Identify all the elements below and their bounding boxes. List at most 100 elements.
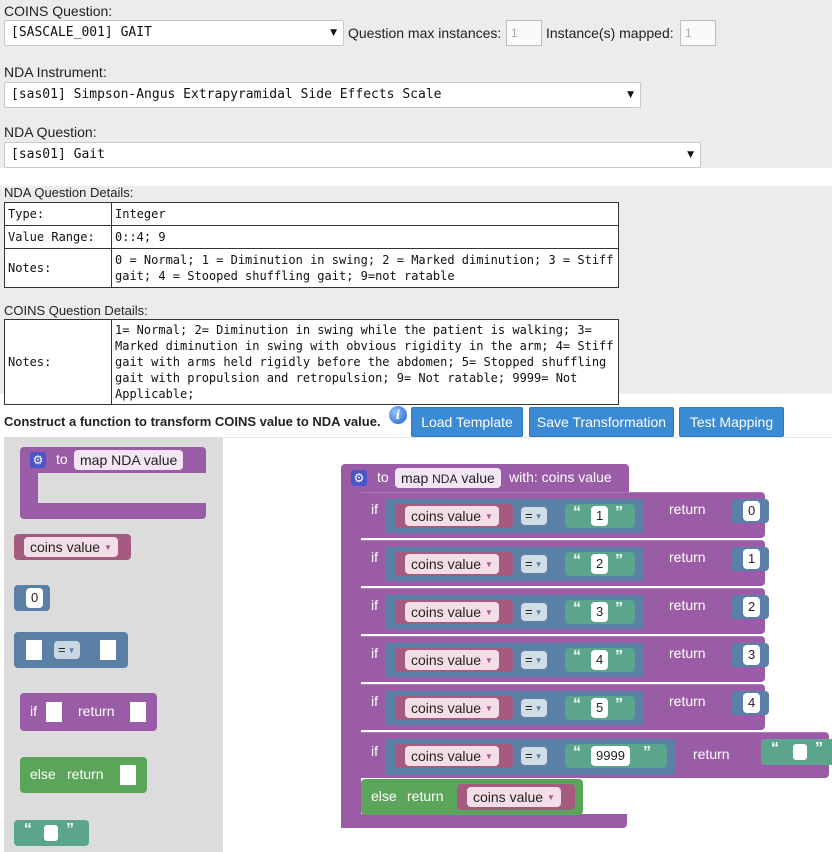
detail-key: Notes: [4, 248, 112, 288]
toolbox-compare-block[interactable]: = ▼ [14, 632, 128, 668]
close-quote-icon: ” [615, 552, 623, 569]
detail-key: Type: [4, 202, 112, 226]
number-field[interactable]: 4 [743, 693, 761, 713]
load-template-button[interactable]: Load Template [411, 407, 523, 437]
number-field[interactable]: 0 [26, 588, 44, 608]
variable-dropdown[interactable]: coins value ▼ [24, 537, 118, 557]
operator-dropdown[interactable]: = ▼ [521, 555, 547, 573]
if-keyword: if [371, 501, 378, 517]
variable-dropdown[interactable]: coins value ▼ [405, 746, 499, 766]
variable-name: coins value [30, 539, 101, 555]
operator-symbol: = [525, 700, 533, 715]
coins-details-table: Notes: 1= Normal; 2= Diminution in swing… [4, 319, 619, 405]
compare-block[interactable]: coins value ▼ = ▼ “ 1 ” [385, 499, 643, 533]
variable-dropdown[interactable]: coins value ▼ [405, 650, 499, 670]
number-field[interactable]: 1 [743, 549, 761, 569]
else-return-block[interactable]: else return coins value ▼ [361, 779, 583, 815]
variable-name: coins value [411, 556, 482, 572]
operator-dropdown[interactable]: = ▼ [521, 651, 547, 669]
chevron-down-icon: ▼ [330, 28, 337, 38]
toolbox-variable-block[interactable]: coins value ▼ [14, 534, 131, 560]
close-quote-icon: ” [615, 600, 623, 617]
text-value-field[interactable]: 4 [591, 650, 609, 670]
if-return-row[interactable]: if coins value ▼ = ▼ “ 1 ” return 0 [361, 492, 769, 538]
text-block[interactable]: “ 5 ” [565, 696, 635, 720]
chevron-down-icon: ▼ [485, 752, 493, 762]
text-value-field[interactable]: 2 [591, 554, 609, 574]
close-quote-icon: ” [615, 648, 623, 665]
toolbox-text-block[interactable]: “ ” [14, 820, 89, 846]
return-keyword: return [693, 746, 730, 762]
compare-block[interactable]: coins value ▼ = ▼ “ 9999 ” [385, 739, 675, 775]
workspace-function-block[interactable]: ⚙ to map NDA value with: coins value if … [341, 464, 832, 828]
gear-icon[interactable]: ⚙ [30, 452, 46, 468]
number-field[interactable]: 3 [743, 645, 761, 665]
max-instances-input[interactable]: 1 [506, 20, 542, 46]
nda-question-select[interactable]: [sas01] Gait ▼ [4, 142, 701, 168]
function-to-label: to [56, 451, 68, 467]
function-name-field[interactable]: map NDA value [74, 450, 184, 470]
if-return-row[interactable]: if coins value ▼ = ▼ “ 3 ” return 2 [361, 588, 769, 634]
text-block[interactable]: “ ” [761, 739, 832, 765]
variable-dropdown[interactable]: coins value ▼ [405, 698, 499, 718]
number-field[interactable]: 2 [743, 597, 761, 617]
text-block[interactable]: “ 2 ” [565, 552, 635, 576]
if-keyword: if [371, 743, 378, 759]
if-return-row[interactable]: if coins value ▼ = ▼ “ 5 ” return 4 [361, 684, 769, 730]
gear-icon[interactable]: ⚙ [351, 470, 367, 486]
operator-dropdown[interactable]: = ▼ [521, 603, 547, 621]
number-block[interactable]: 2 [731, 595, 769, 619]
text-value-field[interactable]: 3 [591, 602, 609, 622]
number-block[interactable]: 0 [731, 499, 769, 523]
close-quote-icon: ” [643, 744, 651, 761]
number-field[interactable]: 0 [743, 501, 761, 521]
if-return-row[interactable]: if coins value ▼ = ▼ “ 9999 ” return “ ” [361, 732, 832, 778]
save-transformation-button[interactable]: Save Transformation [529, 407, 674, 437]
instances-mapped-input[interactable]: 1 [680, 20, 716, 46]
text-block[interactable]: “ 9999 ” [565, 744, 667, 768]
coins-question-label: COINS Question: [4, 3, 113, 19]
test-mapping-button[interactable]: Test Mapping [679, 407, 784, 437]
construct-instructions: Construct a function to transform COINS … [4, 414, 381, 429]
operator-symbol: = [525, 748, 533, 763]
func-name-part: map [401, 470, 429, 486]
toolbox-function-block[interactable]: ⚙ to map NDA value [20, 447, 206, 519]
compare-block[interactable]: coins value ▼ = ▼ “ 3 ” [385, 595, 643, 629]
chevron-down-icon: ▼ [485, 704, 493, 714]
coins-question-select[interactable]: [SASCALE_001] GAIT ▼ [4, 20, 344, 46]
operator-dropdown[interactable]: = ▼ [521, 507, 547, 525]
number-block[interactable]: 4 [731, 691, 769, 715]
text-value-field[interactable]: 1 [591, 506, 609, 526]
text-block[interactable]: “ 4 ” [565, 648, 635, 672]
variable-dropdown[interactable]: coins value ▼ [405, 506, 499, 526]
number-block[interactable]: 3 [731, 643, 769, 667]
variable-dropdown[interactable]: coins value ▼ [467, 787, 561, 807]
chevron-down-icon: ▼ [534, 511, 543, 521]
text-block[interactable]: “ 3 ” [565, 600, 635, 624]
compare-block[interactable]: coins value ▼ = ▼ “ 2 ” [385, 547, 643, 581]
if-return-row[interactable]: if coins value ▼ = ▼ “ 2 ” return 1 [361, 540, 769, 586]
compare-block[interactable]: coins value ▼ = ▼ “ 5 ” [385, 691, 643, 725]
compare-block[interactable]: coins value ▼ = ▼ “ 4 ” [385, 643, 643, 677]
variable-dropdown[interactable]: coins value ▼ [405, 602, 499, 622]
return-keyword: return [407, 788, 444, 804]
text-block[interactable]: “ 1 ” [565, 504, 635, 528]
nda-instrument-select[interactable]: [sas01] Simpson-Angus Extrapyramidal Sid… [4, 82, 641, 108]
toolbox-else-return-block[interactable]: else return [20, 757, 147, 793]
operator-dropdown[interactable]: = ▼ [521, 699, 547, 717]
else-keyword: else [30, 766, 56, 782]
text-value-field[interactable]: 5 [591, 698, 609, 718]
variable-dropdown[interactable]: coins value ▼ [405, 554, 499, 574]
number-block[interactable]: 1 [731, 547, 769, 571]
open-quote-icon: “ [573, 648, 581, 665]
info-icon[interactable]: i [389, 406, 407, 424]
operator-dropdown[interactable]: = ▼ [54, 641, 80, 659]
detail-value: Integer [111, 202, 619, 226]
operator-dropdown[interactable]: = ▼ [521, 747, 547, 765]
nda-question-value: [sas01] Gait [11, 147, 105, 162]
if-return-row[interactable]: if coins value ▼ = ▼ “ 4 ” return 3 [361, 636, 769, 682]
toolbox-number-block[interactable]: 0 [14, 585, 50, 611]
text-value-field[interactable]: 9999 [591, 746, 630, 766]
function-name-field[interactable]: map NDA value [395, 468, 501, 488]
toolbox-if-return-block[interactable]: if return [20, 693, 157, 731]
